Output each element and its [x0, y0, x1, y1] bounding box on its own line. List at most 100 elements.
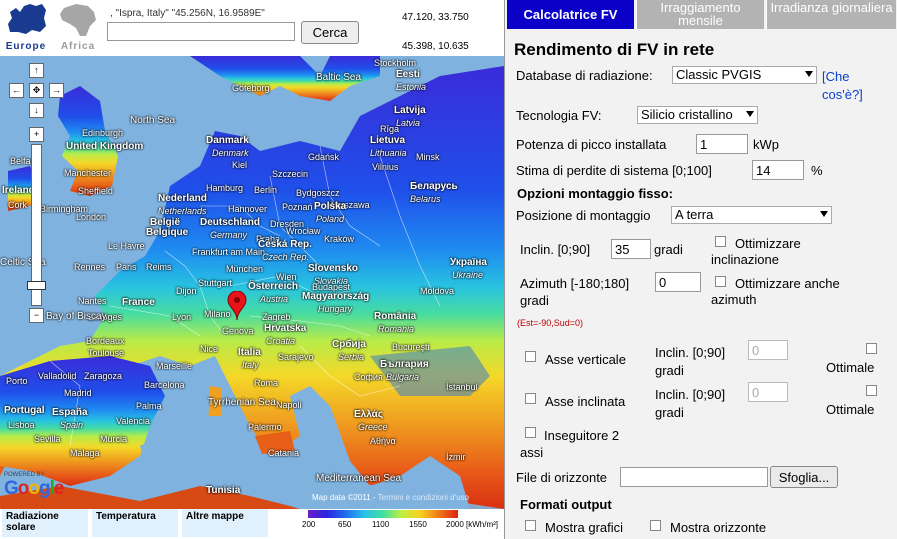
chevron-down-icon	[820, 211, 828, 217]
vertical-axis-label: Asse verticale	[545, 352, 626, 367]
vertical-axis-optimal-checkbox[interactable]	[866, 343, 877, 354]
place-label: Czech Rep.	[262, 252, 310, 262]
peak-power-input[interactable]	[696, 134, 748, 154]
vertical-axis-incl-input[interactable]	[748, 340, 788, 360]
inclination-unit: gradi	[654, 242, 683, 257]
place-label: Bydgoszcz	[296, 188, 340, 198]
place-label: İstanbul	[446, 382, 478, 392]
show-graphs-label: Mostra grafici	[545, 520, 624, 535]
pan-down-button[interactable]: ↓	[29, 103, 44, 118]
pan-up-button[interactable]: ↑	[29, 63, 44, 78]
solar-radiation-map[interactable]: North Sea Baltic Sea Edinburgh United Ki…	[0, 56, 504, 509]
fixed-mount-header: Opzioni montaggio fisso:	[517, 186, 673, 201]
place-label: Zaragoza	[84, 371, 123, 381]
google-logo: POWERED BY Google	[4, 472, 64, 500]
map-tab-other-maps[interactable]: Altre mappe	[182, 509, 268, 537]
zoom-out-button[interactable]: −	[29, 308, 44, 323]
place-label: Αθήνα	[370, 436, 396, 446]
place-label: Edinburgh	[82, 128, 124, 138]
place-label: Nantes	[78, 296, 107, 306]
place-label: Belgique	[146, 227, 189, 238]
bounds-south-west: 45.398, 10.635	[402, 41, 469, 52]
pv-technology-select[interactable]: Silicio cristallino	[637, 106, 758, 124]
map-layer-bar: Radiazione solare Temperatura Altre mapp…	[0, 509, 504, 539]
place-label: Ukraine	[452, 270, 484, 280]
pan-left-button[interactable]: ←	[9, 83, 24, 98]
place-label: Málaga	[70, 448, 100, 458]
tab-daily-radiation[interactable]: Irradianza giornaliera	[766, 0, 896, 29]
map-tab-temperature[interactable]: Temperatura	[92, 509, 178, 537]
region-europe-button[interactable]: Europe	[2, 2, 50, 52]
legend-colorbar	[308, 510, 458, 518]
map-tab-solar-radiation[interactable]: Radiazione solare	[2, 509, 88, 537]
place-label: Latvija	[394, 105, 426, 116]
pan-right-button[interactable]: →	[49, 83, 64, 98]
inclined-axis-optimal-checkbox[interactable]	[866, 385, 877, 396]
place-label: Barcelona	[144, 380, 185, 390]
place-label: România	[374, 311, 417, 322]
region-africa-button[interactable]: Africa	[54, 2, 102, 52]
place-label: Bay of Biscay	[46, 311, 107, 322]
vertical-axis-unit: gradi	[655, 363, 684, 378]
place-label: Slovensko	[308, 263, 359, 274]
place-label: Genova	[222, 326, 254, 336]
place-label: Austria	[260, 294, 289, 304]
mount-position-select[interactable]: A terra	[671, 206, 832, 224]
place-label: Kraków	[324, 234, 355, 244]
horizon-file-input[interactable]	[620, 467, 768, 487]
place-label: Hannover	[228, 204, 268, 214]
what-is-it-link[interactable]: [Che cos'è?]	[822, 68, 892, 104]
location-marker-icon[interactable]	[227, 291, 247, 321]
bounds-north-east: 47.120, 33.750	[402, 12, 469, 23]
zoom-slider-thumb[interactable]	[27, 280, 46, 290]
optimize-inclination-label: Ottimizzare inclinazione	[711, 236, 801, 267]
terms-link[interactable]: Termini e condizioni d'uso	[378, 493, 469, 502]
vertical-axis-checkbox[interactable]	[525, 351, 536, 362]
map-data-label: Map data ©2011 -	[312, 493, 378, 502]
place-label: Valladolid	[38, 371, 77, 381]
place-label: Wrocław	[286, 226, 321, 236]
place-label: Estonia	[396, 82, 427, 92]
azimuth-input[interactable]	[655, 272, 701, 292]
mount-position-value: A terra	[675, 207, 714, 222]
panel-title: Rendimento di FV in rete	[514, 40, 715, 59]
place-label: Lithuania	[370, 148, 407, 158]
show-horizon-checkbox[interactable]	[650, 520, 661, 531]
inclination-input[interactable]	[611, 239, 651, 259]
tab-monthly-radiation[interactable]: Irraggiamento mensile	[636, 0, 764, 29]
place-label: Cork	[8, 200, 28, 210]
place-label: Szczecin	[272, 169, 309, 179]
inclined-axis-incl-input[interactable]	[748, 382, 788, 402]
browse-button[interactable]: Sfoglia...	[770, 466, 838, 488]
system-losses-unit: %	[811, 163, 823, 178]
place-label: France	[122, 297, 155, 308]
show-graphs-checkbox[interactable]	[525, 520, 536, 531]
place-label: Le Havre	[108, 241, 145, 251]
place-label: Polska	[314, 201, 347, 212]
place-label: North Sea	[130, 115, 176, 126]
place-label: Stockholm	[374, 58, 417, 68]
google-wordmark: Google	[4, 478, 64, 499]
place-label: Mediterranean Sea	[316, 473, 402, 484]
zoom-in-button[interactable]: +	[29, 127, 44, 142]
peak-power-unit: kWp	[753, 137, 779, 152]
tab-pv-calculator[interactable]: Calcolatrice FV	[507, 0, 634, 29]
location-search-input[interactable]	[107, 22, 295, 41]
search-button[interactable]: Cerca	[301, 21, 359, 44]
place-label: Deutschland	[200, 217, 261, 228]
place-label: Sarajevo	[278, 352, 314, 362]
vertical-axis-incl-label: Inclin. [0;90] gradi	[655, 344, 750, 380]
peak-power-label: Potenza di picco installata	[516, 137, 667, 152]
pan-center-button[interactable]: ✥	[29, 83, 44, 98]
radiation-database-select[interactable]: Classic PVGIS	[672, 66, 817, 84]
system-losses-input[interactable]	[752, 160, 804, 180]
place-label: Nice	[200, 344, 219, 354]
legend-unit: [kWh/m²]	[466, 520, 498, 529]
place-label: Roma	[254, 378, 279, 388]
inclined-axis-checkbox[interactable]	[525, 393, 536, 404]
place-label: Lisboa	[8, 420, 35, 430]
place-label: Tyrrhenian Sea	[208, 397, 276, 408]
place-label: Paris	[116, 262, 137, 272]
inclined-axis-incl-label: Inclin. [0;90] gradi	[655, 386, 750, 422]
azimuth-label-text: Azimuth [-180;180]	[520, 276, 630, 291]
